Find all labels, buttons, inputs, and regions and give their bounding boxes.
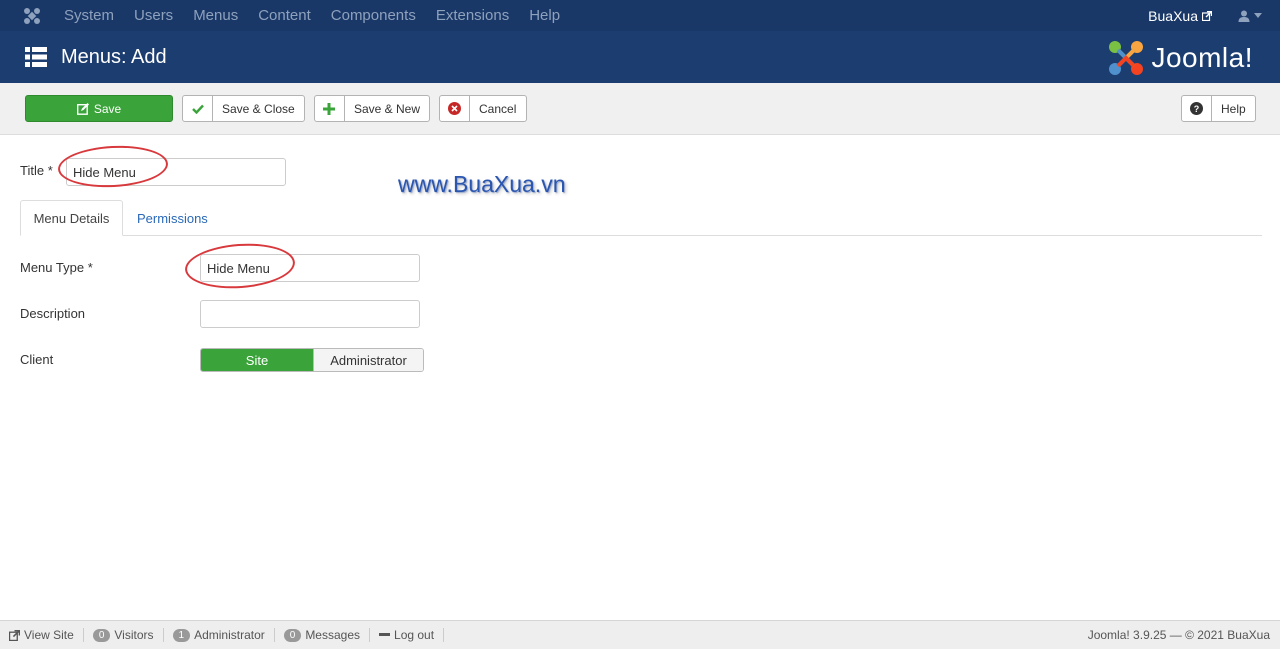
description-label: Description bbox=[20, 306, 86, 321]
main-menu: System Users Menus Content Components Ex… bbox=[64, 7, 580, 24]
visitors-status[interactable]: 0 Visitors bbox=[84, 628, 164, 642]
save-close-button[interactable]: Save & Close bbox=[182, 95, 305, 122]
question-icon: ? bbox=[1182, 96, 1212, 121]
menu-components[interactable]: Components bbox=[331, 7, 416, 24]
save-label: Save bbox=[93, 101, 122, 116]
menu-type-label: Menu Type * bbox=[20, 260, 93, 275]
menu-content[interactable]: Content bbox=[258, 7, 311, 24]
menu-users[interactable]: Users bbox=[134, 7, 173, 24]
joomla-logo: Joomla! bbox=[1107, 39, 1253, 77]
watermark: www.BuaXua.vn bbox=[398, 171, 566, 197]
tab-permissions[interactable]: Permissions bbox=[137, 200, 208, 236]
tab-menu-details[interactable]: Menu Details bbox=[20, 200, 123, 236]
cancel-icon bbox=[440, 96, 470, 121]
view-site-label: View Site bbox=[24, 628, 74, 642]
save-new-button[interactable]: Save & New bbox=[314, 95, 430, 122]
joomla-menu-icon[interactable] bbox=[0, 0, 64, 31]
menu-help[interactable]: Help bbox=[529, 7, 560, 24]
visitors-badge: 0 bbox=[92, 628, 111, 642]
user-icon bbox=[1238, 10, 1250, 22]
plus-icon bbox=[315, 96, 345, 121]
external-link-icon bbox=[1202, 10, 1212, 21]
save-new-label: Save & New bbox=[353, 101, 421, 116]
messages-badge: 0 bbox=[283, 628, 302, 642]
site-link[interactable]: BuaXua bbox=[1148, 8, 1212, 24]
administrator-status[interactable]: 1 Administrator bbox=[164, 628, 275, 642]
edit-icon bbox=[76, 96, 89, 121]
menu-menus[interactable]: Menus bbox=[193, 7, 238, 24]
logout-label: Log out bbox=[394, 628, 435, 642]
view-site-link[interactable]: View Site bbox=[0, 628, 84, 642]
site-name: BuaXua bbox=[1148, 7, 1198, 24]
client-option-administrator[interactable]: Administrator bbox=[313, 349, 423, 371]
page-title: Menus: Add bbox=[61, 45, 167, 68]
annotation-circle-menu-type bbox=[183, 240, 297, 292]
save-button[interactable]: Save bbox=[25, 95, 173, 122]
messages-label: Messages bbox=[305, 628, 361, 642]
client-toggle: Site Administrator bbox=[200, 348, 424, 372]
list-icon bbox=[25, 47, 47, 67]
administrator-label: Administrator bbox=[194, 628, 265, 642]
status-bar: View Site 0 Visitors 1 Administrator 0 M… bbox=[0, 620, 1280, 649]
brand-name: Joomla! bbox=[1151, 42, 1253, 73]
logout-link[interactable]: Log out bbox=[370, 628, 445, 642]
help-label: Help bbox=[1221, 101, 1246, 116]
joomla-logo-icon bbox=[1109, 41, 1144, 75]
visitors-label: Visitors bbox=[114, 628, 154, 642]
check-icon bbox=[183, 96, 213, 121]
svg-text:?: ? bbox=[1194, 104, 1200, 114]
cancel-label: Cancel bbox=[479, 101, 517, 116]
help-button[interactable]: ? Help bbox=[1181, 95, 1256, 122]
toolbar: Save Save & Close Save & New Cancel ? He… bbox=[0, 83, 1280, 135]
client-label: Client bbox=[20, 352, 54, 367]
save-close-label: Save & Close bbox=[222, 101, 295, 116]
client-option-site[interactable]: Site bbox=[201, 349, 313, 371]
description-input[interactable] bbox=[200, 300, 420, 328]
minus-icon bbox=[379, 633, 391, 636]
messages-status[interactable]: 0 Messages bbox=[275, 628, 371, 642]
menu-extensions[interactable]: Extensions bbox=[436, 7, 509, 24]
page-header: Menus: Add Joomla! bbox=[0, 31, 1280, 83]
administrator-badge: 1 bbox=[172, 628, 191, 642]
caret-down-icon bbox=[1254, 13, 1262, 18]
copyright-text: Joomla! 3.9.25 — © 2021 BuaXua bbox=[1087, 628, 1270, 642]
top-navbar: System Users Menus Content Components Ex… bbox=[0, 0, 1280, 31]
user-menu[interactable] bbox=[1238, 10, 1262, 22]
title-label: Title * bbox=[20, 163, 53, 178]
cancel-button[interactable]: Cancel bbox=[439, 95, 527, 122]
tab-bar: Menu Details Permissions bbox=[20, 200, 1262, 236]
external-link-icon bbox=[9, 629, 20, 641]
menu-system[interactable]: System bbox=[64, 7, 114, 24]
